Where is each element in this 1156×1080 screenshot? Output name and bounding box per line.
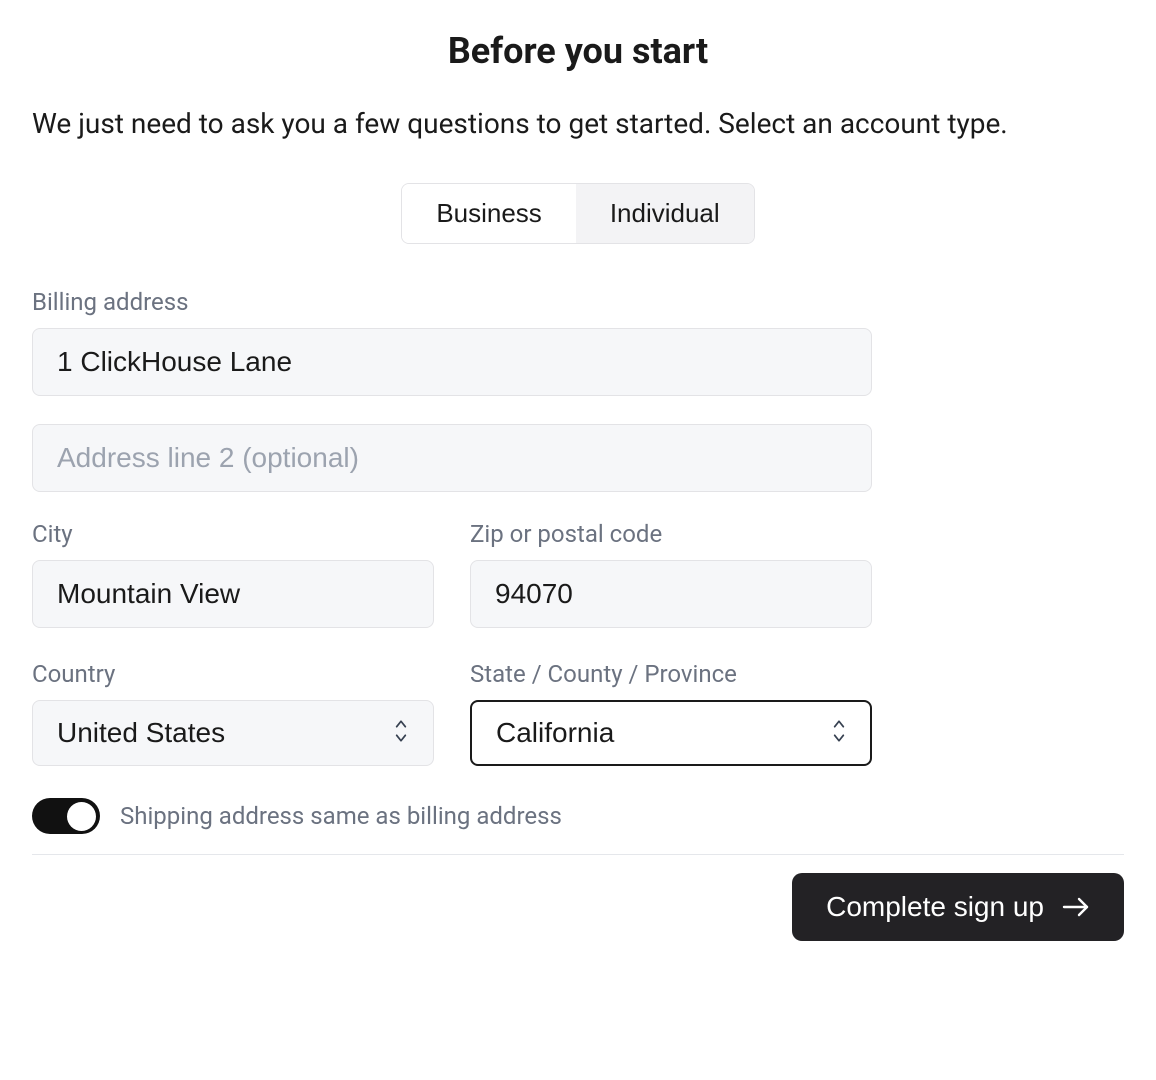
toggle-knob <box>67 802 96 831</box>
city-label: City <box>32 520 434 548</box>
country-label: Country <box>32 660 434 688</box>
city-input[interactable] <box>32 560 434 628</box>
complete-sign-up-button[interactable]: Complete sign up <box>792 873 1124 941</box>
country-select[interactable]: United States <box>32 700 434 766</box>
address-line-2-input[interactable] <box>32 424 872 492</box>
state-select[interactable]: California <box>470 700 872 766</box>
shipping-same-toggle[interactable] <box>32 798 100 834</box>
complete-button-label: Complete sign up <box>826 891 1044 923</box>
segment-individual[interactable]: Individual <box>576 184 754 243</box>
segment-business[interactable]: Business <box>402 184 576 243</box>
state-label: State / County / Province <box>470 660 872 688</box>
state-select-wrap: California <box>470 700 872 766</box>
shipping-same-label: Shipping address same as billing address <box>120 802 562 830</box>
arrow-right-icon <box>1062 896 1090 918</box>
country-select-wrap: United States <box>32 700 434 766</box>
divider <box>32 854 1124 855</box>
segmented-inner: Business Individual <box>401 183 754 244</box>
account-type-segmented-control: Business Individual <box>32 183 1124 244</box>
page-title: Before you start <box>32 30 1124 72</box>
zip-label: Zip or postal code <box>470 520 872 548</box>
zip-input[interactable] <box>470 560 872 628</box>
address-line-1-input[interactable] <box>32 328 872 396</box>
billing-address-label: Billing address <box>32 288 872 316</box>
intro-text: We just need to ask you a few questions … <box>32 104 1124 143</box>
